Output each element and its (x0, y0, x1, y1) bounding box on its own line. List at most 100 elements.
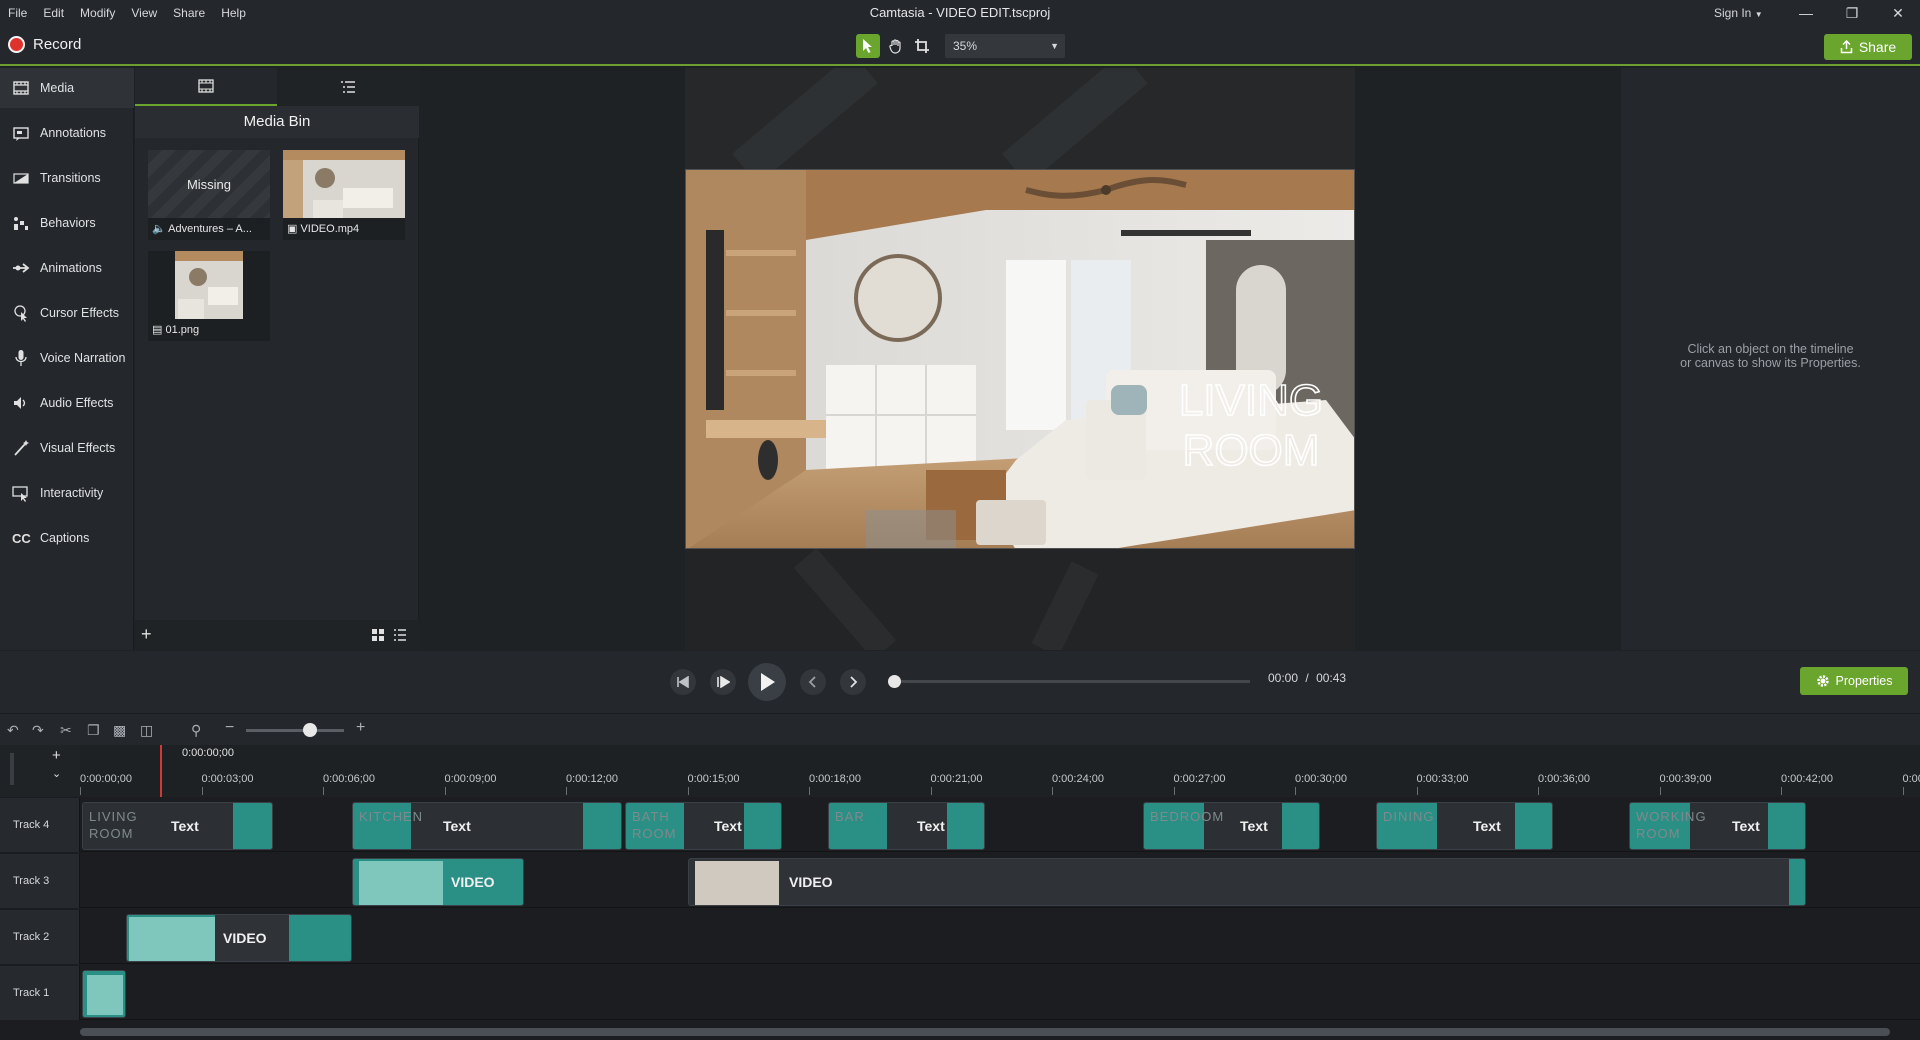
speaker-icon (14, 397, 26, 409)
image-clip[interactable] (82, 970, 126, 1018)
sidebar-item-label: Captions (40, 531, 90, 545)
share-button[interactable]: Share (1824, 34, 1912, 60)
minimize-button[interactable]: — (1784, 0, 1828, 26)
playhead[interactable] (160, 745, 162, 797)
restore-button[interactable]: ❐ (1830, 0, 1874, 26)
video-clip[interactable]: VIDEO (688, 858, 1806, 906)
ruler-tick-label: 0:00:00;00 (80, 773, 132, 785)
record-button[interactable]: Record (8, 36, 81, 53)
sidebar-item-label: Interactivity (40, 486, 104, 500)
add-track-button[interactable]: + (52, 747, 61, 764)
timeline: + ⌄ 0:00:00;00 0:00:03;00 0:00:06;00 0:00:0… (0, 745, 1920, 1040)
clip-label: VIDEO (223, 930, 267, 946)
sidebar-item-animations[interactable]: Animations (0, 248, 134, 288)
text-clip[interactable]: WORKING ROOM Text (1629, 802, 1806, 850)
sidebar-item-behaviors[interactable]: Behaviors (0, 203, 134, 243)
sidebar-item-interactivity[interactable]: Interactivity (0, 473, 134, 513)
canvas-title-line1[interactable]: LIVING (1178, 375, 1324, 426)
clip-preview-text: WORKING ROOM (1636, 808, 1707, 842)
track-label[interactable]: Track 3 (0, 854, 80, 908)
paste-button[interactable]: ▩ (113, 722, 126, 739)
time-readout: 00:00 / 00:43 (1268, 671, 1346, 685)
undo-button[interactable]: ↶ (7, 722, 19, 739)
sidebar-item-label: Behaviors (40, 216, 96, 230)
microphone-icon (15, 350, 27, 366)
text-clip[interactable]: DINING Text (1376, 802, 1553, 850)
track-lane[interactable]: VIDEO VIDEO (80, 854, 1920, 908)
tab-media-bin[interactable] (135, 68, 277, 106)
crop-tool-button[interactable] (910, 34, 934, 58)
add-media-button[interactable]: + (141, 624, 152, 645)
sidebar-item-transitions[interactable]: Transitions (0, 158, 134, 198)
close-icon: ✕ (1892, 5, 1904, 21)
tab-library[interactable] (277, 68, 419, 106)
scrub-bar[interactable] (894, 680, 1250, 683)
cut-button[interactable]: ✂ (60, 722, 72, 739)
track-lane[interactable]: VIDEO (80, 910, 1920, 964)
media-item-audio[interactable]: Missing 🔈 Adventures – A... (148, 150, 270, 240)
sign-in-menu[interactable]: Sign In ▼ (1714, 0, 1763, 28)
video-clip[interactable]: VIDEO (126, 914, 352, 962)
select-tool-button[interactable] (856, 34, 880, 58)
zoom-out-button[interactable]: − (225, 719, 234, 737)
step-forward-button[interactable] (710, 669, 736, 695)
collapse-tracks-button[interactable]: ⌄ (52, 767, 61, 780)
sidebar-item-cursor-effects[interactable]: Cursor Effects (0, 293, 134, 333)
text-clip[interactable]: BEDROOM Text (1143, 802, 1320, 850)
menu-share[interactable]: Share (165, 0, 213, 26)
sidebar-item-voice-narration[interactable]: Voice Narration (0, 338, 134, 378)
thumbnail-view-button[interactable] (371, 628, 385, 645)
track-height-slider[interactable] (10, 753, 14, 785)
text-clip[interactable]: BAR Text (828, 802, 985, 850)
close-button[interactable]: ✕ (1876, 0, 1920, 26)
sidebar-item-audio-effects[interactable]: Audio Effects (0, 383, 134, 423)
media-item-image[interactable]: ▤ 01.png (148, 251, 270, 341)
record-icon (8, 36, 25, 53)
pan-tool-button[interactable] (884, 34, 908, 58)
track-label[interactable]: Track 2 (0, 910, 80, 964)
step-back-button[interactable] (670, 669, 696, 695)
timeline-horizontal-scrollbar[interactable] (80, 1028, 1890, 1036)
zoom-in-button[interactable]: + (356, 719, 365, 737)
ruler-tick-label: 0:00 (1902, 773, 1920, 785)
properties-button[interactable]: Properties (1800, 667, 1908, 695)
menu-view[interactable]: View (123, 0, 165, 26)
list-view-button[interactable] (393, 628, 407, 645)
sidebar-item-media[interactable]: Media (0, 68, 134, 108)
redo-button[interactable]: ↷ (32, 722, 44, 739)
split-button[interactable]: ◫ (140, 722, 153, 739)
text-clip[interactable]: KITCHEN Text (352, 802, 622, 850)
video-clip[interactable]: VIDEO (352, 858, 524, 906)
menu-modify[interactable]: Modify (72, 0, 123, 26)
video-preview-frame[interactable]: LIVING ROOM (685, 169, 1355, 549)
sidebar-item-visual-effects[interactable]: Visual Effects (0, 428, 134, 468)
track-lane[interactable] (80, 966, 1920, 1020)
menu-edit[interactable]: Edit (35, 0, 72, 26)
track-lane[interactable]: LIVING ROOM Text KITCHEN Text BATH ROOM Te… (80, 798, 1920, 852)
clip-end-segment (947, 803, 984, 849)
film-icon (13, 81, 29, 95)
menu-help[interactable]: Help (213, 0, 254, 26)
clip-label: Text (443, 818, 471, 834)
timeline-zoom-handle[interactable] (303, 723, 317, 737)
media-item-video[interactable]: ▣ VIDEO.mp4 (283, 150, 405, 240)
text-clip[interactable]: BATH ROOM Text (625, 802, 782, 850)
next-marker-button[interactable] (840, 669, 866, 695)
sidebar-item-captions[interactable]: CC Captions (0, 518, 134, 558)
zoom-timeline-button[interactable]: ⚲ (191, 722, 201, 739)
track-label[interactable]: Track 4 (0, 798, 80, 852)
menu-file[interactable]: File (0, 0, 35, 26)
zoom-dropdown[interactable]: 35% ▼ (945, 34, 1065, 58)
clip-label: VIDEO (789, 874, 833, 890)
copy-button[interactable]: ❐ (87, 722, 100, 739)
canvas-title-line2[interactable]: ROOM (1182, 425, 1320, 476)
sidebar-item-annotations[interactable]: Annotations (0, 113, 134, 153)
track-label[interactable]: Track 1 (0, 966, 80, 1020)
scrub-handle[interactable] (888, 675, 901, 688)
timeline-zoom-slider[interactable] (246, 729, 344, 732)
missing-placeholder: Missing (148, 150, 270, 218)
text-clip[interactable]: LIVING ROOM Text (82, 802, 273, 850)
play-button[interactable] (748, 663, 786, 701)
previous-marker-button[interactable] (800, 669, 826, 695)
timeline-ruler[interactable]: 0:00:00;00 0:00:03;00 0:00:06;00 0:00:09;00… (80, 745, 1920, 797)
